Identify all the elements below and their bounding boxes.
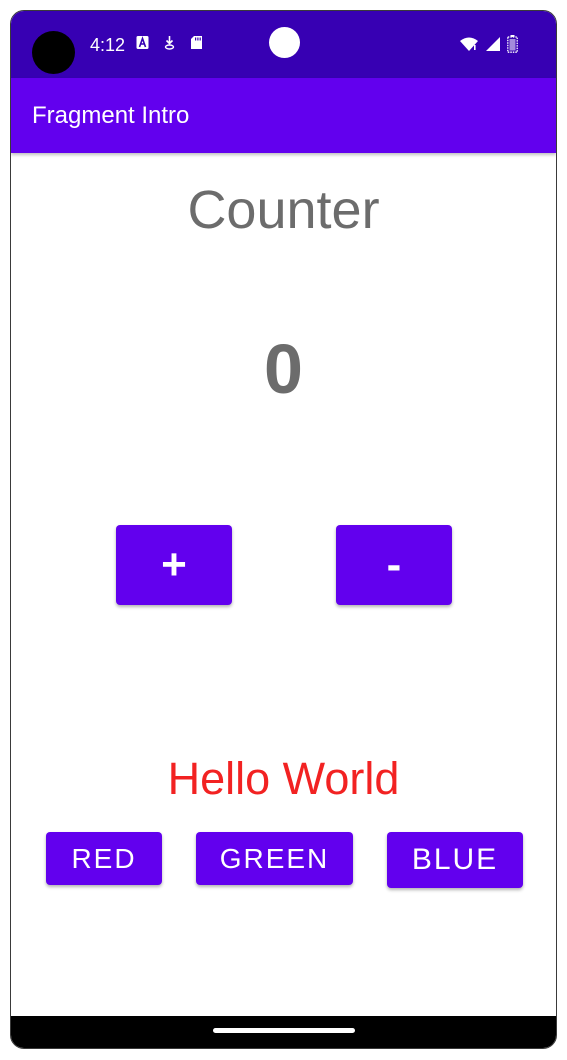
camera-cutout [32, 31, 75, 74]
front-camera-dot [269, 27, 300, 58]
hello-world-text: Hello World [167, 753, 400, 804]
status-time: 4:12 [90, 35, 126, 55]
status-icons-left [136, 35, 203, 50]
download-icon [163, 35, 176, 50]
navigation-bar [11, 1016, 556, 1048]
wifi-icon [459, 36, 479, 57]
increment-button[interactable]: + [116, 525, 232, 605]
home-gesture-handle[interactable] [213, 1028, 355, 1033]
status-bar: 4:12 [11, 11, 556, 78]
sd-card-icon [190, 35, 203, 50]
green-button[interactable]: GREEN [196, 832, 353, 885]
counter-title: Counter [187, 180, 380, 240]
status-icons-right [459, 35, 518, 58]
phone-frame: 4:12 Fragment Intro Counter 0 + - Hello … [10, 10, 557, 1049]
signal-icon [485, 36, 501, 57]
a-notification-icon [136, 35, 149, 50]
red-button[interactable]: RED [46, 832, 162, 885]
blue-button[interactable]: BLUE [387, 832, 523, 888]
battery-icon [507, 35, 518, 58]
app-bar: Fragment Intro [11, 78, 556, 153]
counter-value: 0 [264, 330, 303, 408]
decrement-button[interactable]: - [336, 525, 452, 605]
app-title: Fragment Intro [32, 102, 190, 129]
